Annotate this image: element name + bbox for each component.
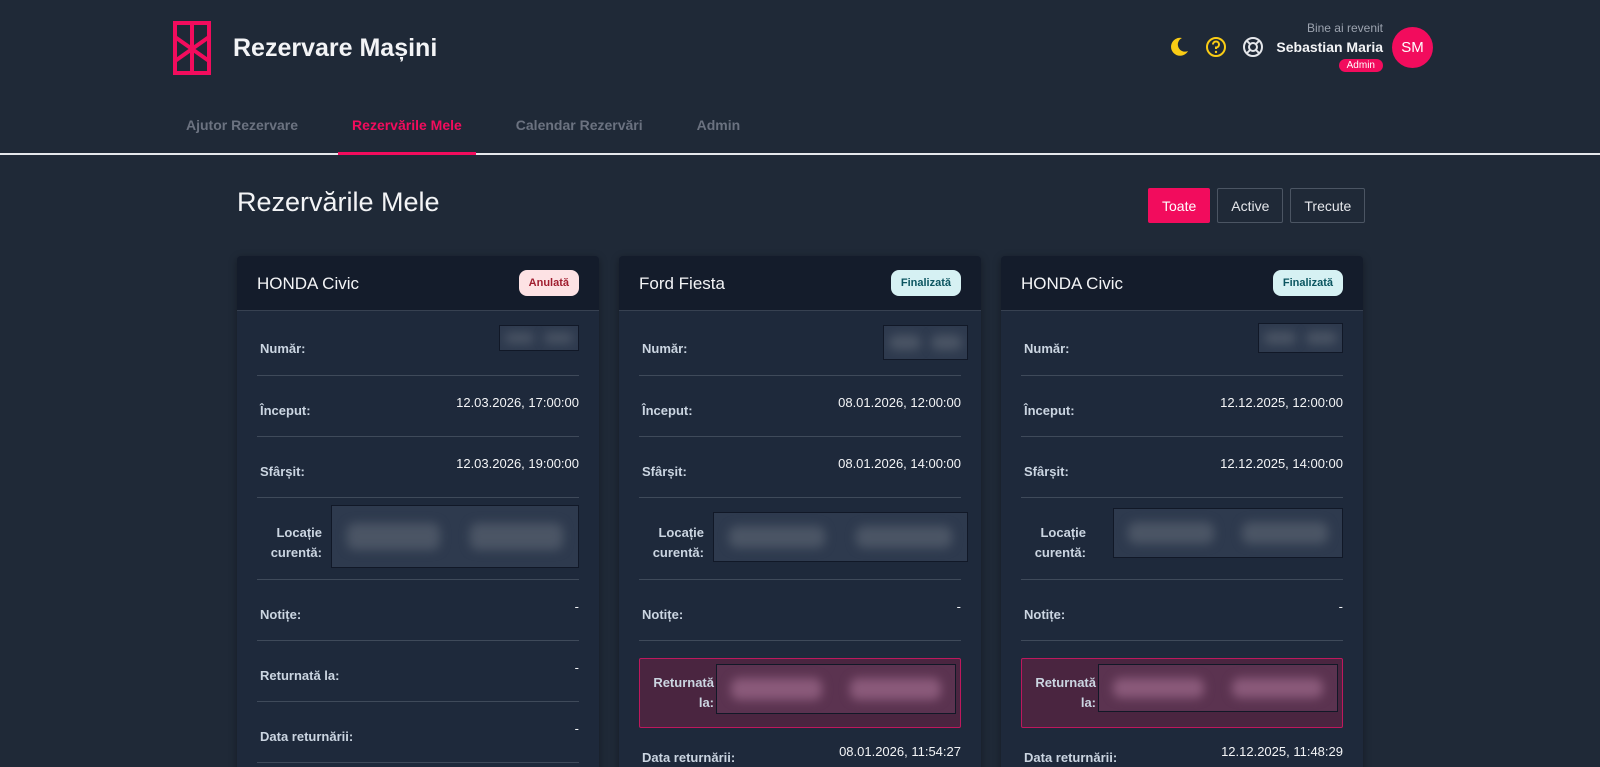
page-title: Rezervările Mele <box>237 187 440 217</box>
number-row: Număr: <box>257 311 579 376</box>
notes-value: - <box>574 599 579 614</box>
tab-rezervarile-mele[interactable]: Rezervările Mele <box>338 103 476 155</box>
notes-label: Notițe: <box>260 607 302 622</box>
app-title: Rezervare Mașini <box>233 34 438 62</box>
plate-number-blurred <box>883 325 968 360</box>
end-value: 08.01.2026, 14:00:00 <box>838 456 961 471</box>
role-badge: Admin <box>1338 59 1383 72</box>
return-date-label: Data returnării: <box>260 729 354 744</box>
start-row: Început: 12.03.2026, 17:00:00 <box>257 376 579 437</box>
tab-admin[interactable]: Admin <box>683 103 755 155</box>
return-date-value: 08.01.2026, 11:54:27 <box>839 744 961 759</box>
start-label: Început: <box>642 403 693 418</box>
location-row: Locație curentă: <box>639 498 968 580</box>
end-row: Sfârșit: 08.01.2026, 14:00:00 <box>639 437 961 498</box>
returned-label: Returnată la: <box>260 668 340 683</box>
return-date-label: Data returnării: <box>642 750 736 765</box>
notes-label: Notițe: <box>1024 607 1066 622</box>
start-row: Început: 12.12.2025, 12:00:00 <box>1021 376 1343 437</box>
user-info: Bine ai revenit Sebastian Maria Admin <box>1276 21 1383 73</box>
help-circle-icon[interactable] <box>1203 34 1229 60</box>
end-row: Sfârșit: 12.03.2026, 19:00:00 <box>257 437 579 498</box>
number-label: Număr: <box>642 341 688 356</box>
welcome-text: Bine ai revenit <box>1306 21 1383 35</box>
location-row: Locație curentă: <box>257 498 579 580</box>
return-date-label: Data returnării: <box>1024 750 1118 765</box>
app-logo[interactable] <box>173 21 211 75</box>
filter-active-button[interactable]: Active <box>1217 188 1284 223</box>
lifebuoy-icon[interactable] <box>1240 34 1266 60</box>
plate-number-blurred <box>499 325 579 351</box>
notes-row: Notițe: - <box>639 580 961 641</box>
location-blurred <box>1113 508 1343 558</box>
returned-highlight: Returnată la: <box>639 658 961 728</box>
return-date-row: Data returnării: 08.01.2026, 11:54:27 <box>639 728 961 767</box>
returned-value: - <box>574 660 579 675</box>
returned-location-blurred <box>716 664 956 714</box>
card-header: Ford Fiesta Finalizată <box>619 256 981 311</box>
returned-row: Returnată la: - <box>257 641 579 702</box>
moon-icon[interactable] <box>1166 34 1192 60</box>
end-value: 12.12.2025, 14:00:00 <box>1220 456 1343 471</box>
location-label: Locație curentă: <box>1034 525 1086 560</box>
car-name: HONDA Civic <box>257 274 360 293</box>
card-header: HONDA Civic Finalizată <box>1001 256 1363 311</box>
filter-past-button[interactable]: Trecute <box>1290 188 1366 223</box>
notes-value: - <box>1338 599 1343 614</box>
number-row: Număr: <box>639 311 968 376</box>
start-value: 08.01.2026, 12:00:00 <box>838 395 961 410</box>
end-label: Sfârșit: <box>642 464 687 479</box>
filter-all-button[interactable]: Toate <box>1148 188 1211 223</box>
tab-calendar-rezervari[interactable]: Calendar Rezervări <box>502 103 657 155</box>
filter-group: Toate Active Trecute <box>1148 188 1366 223</box>
number-label: Număr: <box>1024 341 1070 356</box>
location-blurred <box>331 505 579 568</box>
start-value: 12.03.2026, 17:00:00 <box>456 395 579 410</box>
car-name: HONDA Civic <box>1021 274 1124 293</box>
status-badge: Finalizată <box>1272 270 1343 296</box>
location-label: Locație curentă: <box>270 525 322 560</box>
start-label: Început: <box>1024 403 1075 418</box>
tab-ajutor-rezervare[interactable]: Ajutor Rezervare <box>172 103 312 155</box>
location-label: Locație curentă: <box>652 525 704 560</box>
notes-value: - <box>956 599 961 614</box>
return-date-row: Data returnării: 12.12.2025, 11:48:29 <box>1021 728 1343 767</box>
main-nav: Ajutor Rezervare Rezervările Mele Calend… <box>172 103 780 155</box>
car-name: Ford Fiesta <box>639 274 725 293</box>
location-blurred <box>713 512 968 562</box>
location-row: Locație curentă: <box>1021 498 1343 580</box>
end-row: Sfârșit: 12.12.2025, 14:00:00 <box>1021 437 1343 498</box>
end-value: 12.03.2026, 19:00:00 <box>456 456 579 471</box>
end-label: Sfârșit: <box>1024 464 1069 479</box>
card-header: HONDA Civic Anulată <box>237 256 599 311</box>
plate-number-blurred <box>1258 323 1343 353</box>
notes-row: Notițe: - <box>1021 580 1343 641</box>
app-header: Rezervare Mașini Bine ai revenit Sebasti… <box>0 0 1600 155</box>
number-row: Număr: <box>1021 311 1343 376</box>
return-date-value: 12.12.2025, 11:48:29 <box>1221 744 1343 759</box>
return-date-row: Data returnării: - <box>257 702 579 763</box>
avatar[interactable]: SM <box>1392 27 1433 68</box>
returned-highlight: Returnată la: <box>1021 658 1343 728</box>
reservation-card: Ford Fiesta Finalizată Număr: Început: 0… <box>619 256 981 767</box>
reservation-card: HONDA Civic Anulată Număr: Început: 12.0… <box>237 256 599 767</box>
status-badge: Finalizată <box>890 270 961 296</box>
returned-label: Returnată la: <box>653 675 714 710</box>
start-value: 12.12.2025, 12:00:00 <box>1220 395 1343 410</box>
status-badge: Anulată <box>518 270 579 296</box>
start-row: Început: 08.01.2026, 12:00:00 <box>639 376 961 437</box>
notes-row: Notițe: - <box>257 580 579 641</box>
user-name: Sebastian Maria <box>1276 39 1383 55</box>
number-label: Număr: <box>260 341 306 356</box>
end-label: Sfârșit: <box>260 464 305 479</box>
returned-location-blurred <box>1098 664 1338 712</box>
return-date-value: - <box>574 721 579 736</box>
returned-label: Returnată la: <box>1035 675 1096 710</box>
notes-label: Notițe: <box>642 607 684 622</box>
start-label: Început: <box>260 403 311 418</box>
reservation-card: HONDA Civic Finalizată Număr: Început: 1… <box>1001 256 1363 767</box>
